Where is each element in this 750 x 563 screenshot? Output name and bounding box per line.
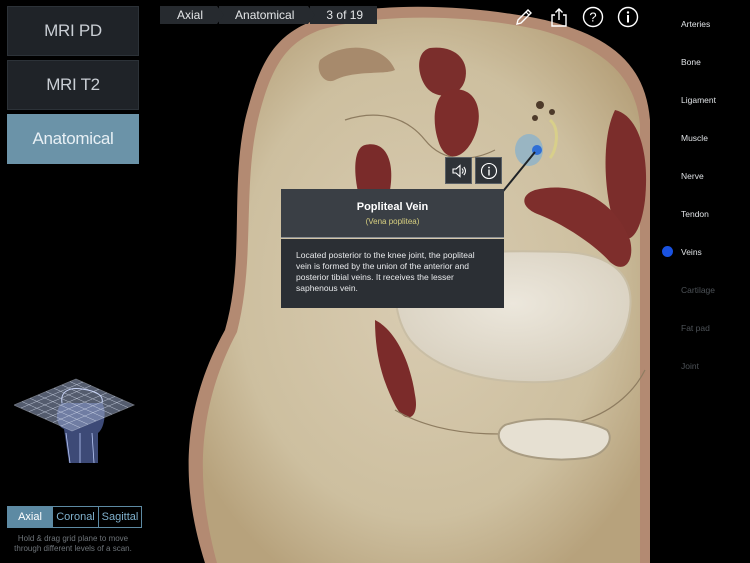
mode-button-anatomical[interactable]: Anatomical — [7, 114, 139, 164]
tab-axial[interactable]: Axial — [7, 506, 53, 528]
pencil-icon[interactable] — [513, 6, 535, 28]
popup-description: Located posterior to the knee joint, the… — [281, 239, 504, 308]
layer-fat-pad[interactable]: Fat pad — [681, 323, 710, 333]
popup-title: Popliteal Vein — [356, 201, 429, 213]
plane-selector: Axial Coronal Sagittal — [7, 506, 142, 528]
breadcrumb-position: 3 of 19 — [310, 6, 378, 24]
speaker-icon — [451, 163, 466, 178]
plane-hint-text: Hold & drag grid plane to move through d… — [14, 534, 132, 553]
popup-info-button[interactable] — [475, 157, 502, 184]
layer-list: Arteries Bone Ligament Muscle Nerve Tend… — [662, 0, 750, 563]
layer-veins[interactable]: Veins — [681, 247, 702, 257]
breadcrumb-mode-label: Anatomical — [235, 8, 295, 22]
layer-cartilage[interactable]: Cartilage — [681, 285, 715, 295]
info-icon — [480, 162, 497, 179]
layer-joint[interactable]: Joint — [681, 361, 699, 371]
breadcrumb-mode[interactable]: Anatomical — [219, 6, 316, 24]
mode-button-mri-pd[interactable]: MRI PD — [7, 6, 139, 56]
selected-dot-icon — [662, 246, 673, 257]
popup-latin-name: (Vena poplitea) — [365, 217, 420, 226]
info-icon[interactable] — [617, 6, 639, 28]
grid-plane-navigator[interactable] — [12, 377, 136, 467]
breadcrumb: Axial Anatomical 3 of 19 — [160, 6, 379, 24]
structure-popup: Popliteal Vein (Vena poplitea) Located p… — [281, 189, 504, 308]
layer-muscle[interactable]: Muscle — [681, 133, 708, 143]
layer-bone[interactable]: Bone — [681, 57, 701, 67]
breadcrumb-separator — [217, 6, 225, 24]
breadcrumb-position-label: 3 of 19 — [326, 8, 364, 22]
help-icon[interactable]: ? — [582, 6, 604, 28]
popup-header: Popliteal Vein (Vena poplitea) — [281, 189, 504, 238]
mode-button-mri-t2[interactable]: MRI T2 — [7, 60, 139, 110]
breadcrumb-separator — [308, 6, 316, 24]
layer-nerve[interactable]: Nerve — [681, 171, 704, 181]
grid-plane-icon — [12, 378, 136, 464]
breadcrumb-plane-label: Axial — [177, 8, 204, 22]
svg-text:?: ? — [589, 10, 596, 25]
speaker-button[interactable] — [445, 157, 472, 184]
layer-tendon[interactable]: Tendon — [681, 209, 709, 219]
tab-coronal[interactable]: Coronal — [53, 506, 99, 528]
share-icon[interactable] — [548, 6, 570, 28]
tab-sagittal[interactable]: Sagittal — [99, 506, 142, 528]
breadcrumb-plane[interactable]: Axial — [160, 6, 225, 24]
layer-ligament[interactable]: Ligament — [681, 95, 716, 105]
layer-arteries[interactable]: Arteries — [681, 19, 710, 29]
